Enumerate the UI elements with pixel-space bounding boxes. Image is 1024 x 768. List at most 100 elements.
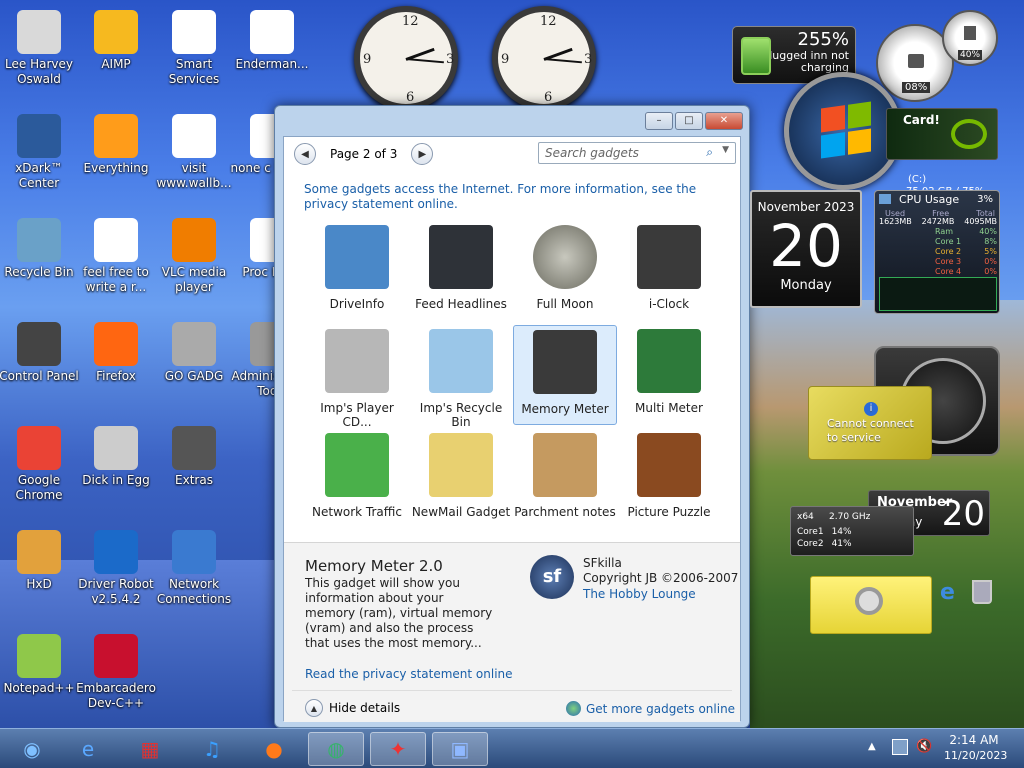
desktop-icon[interactable]: Everything xyxy=(73,112,159,176)
gadget-tile[interactable]: DriveInfo xyxy=(305,221,409,321)
analog-clock-2[interactable]: 12 3 6 9 xyxy=(492,6,596,110)
gadget-label: Feed Headlines xyxy=(415,297,507,311)
desktop-icon[interactable]: visit www.wallb... xyxy=(151,112,237,191)
hide-details-button[interactable]: ▲ Hide details xyxy=(305,699,400,717)
gauge-right-value: 40% xyxy=(958,50,983,60)
desktop-icon[interactable]: Notepad++ xyxy=(0,632,82,696)
volume-muted-icon[interactable]: 🔇 xyxy=(916,739,932,754)
cpu-gauge-right[interactable]: 40% xyxy=(942,10,998,66)
get-more-link[interactable]: Get more gadgets online xyxy=(566,701,735,716)
start-orb-icon[interactable]: ◉ xyxy=(4,732,60,766)
desktop-icon[interactable]: VLC media player xyxy=(151,216,237,295)
next-page-button[interactable]: ▶ xyxy=(411,143,434,165)
gadget-tile[interactable]: Parchment notes xyxy=(513,429,617,529)
core-value: 0% xyxy=(984,257,997,266)
gadget-tile[interactable]: Multi Meter xyxy=(617,325,721,425)
ace-icon[interactable]: ✦ xyxy=(370,732,426,766)
gadget-tile[interactable]: Picture Puzzle xyxy=(617,429,721,529)
gadget-tile[interactable]: Feed Headlines xyxy=(409,221,513,321)
search-input[interactable]: Search gadgets ⌕ ▼ xyxy=(538,142,736,164)
clock-time[interactable]: 2:14 AM xyxy=(948,733,1000,747)
desktop-icon[interactable]: feel free to write a r... xyxy=(73,216,159,295)
xdark-icon xyxy=(17,114,61,158)
recycle-bin-icon[interactable] xyxy=(972,580,992,604)
sticky-note-gadget[interactable] xyxy=(810,576,932,634)
clock-date[interactable]: 11/20/2023 xyxy=(944,749,1007,762)
puzzle-icon xyxy=(637,433,701,497)
desktop-icon[interactable]: xDark™ Center xyxy=(0,112,82,191)
recycle-bin-icon xyxy=(429,329,493,393)
cpu-title: CPU Usage xyxy=(899,193,960,206)
analog-clock-1[interactable]: 12 3 6 9 xyxy=(354,6,458,110)
core2-row: Core1 14% xyxy=(797,527,909,539)
cpu-usage-widget[interactable]: CPU Usage 3% Used Free Total 1623MB 2472MB 4… xyxy=(874,190,1000,314)
gadget-label: NewMail Gadget xyxy=(411,505,511,519)
driver-robot-icon xyxy=(94,530,138,574)
minimize-button[interactable]: – xyxy=(645,112,673,130)
desktop-icon-label: visit www.wallb... xyxy=(156,161,232,190)
privacy-link[interactable]: Read the privacy statement online xyxy=(305,667,513,681)
prev-page-button[interactable]: ◀ xyxy=(294,143,316,165)
gadget-icon[interactable]: ▣ xyxy=(432,732,488,766)
chevron-down-icon[interactable]: ▼ xyxy=(722,145,729,155)
ie-icon[interactable]: e xyxy=(940,580,955,605)
close-button[interactable]: ✕ xyxy=(705,112,743,130)
privacy-notice[interactable]: Some gadgets access the Internet. For mo… xyxy=(304,182,724,212)
core-value: 8% xyxy=(984,237,997,246)
desktop-icon[interactable]: Smart Services xyxy=(151,8,237,87)
archive-icon[interactable]: ▦ xyxy=(122,732,178,766)
gadget-tile[interactable]: Memory Meter xyxy=(513,325,617,425)
gadget-tile[interactable]: Network Traffic xyxy=(305,429,409,529)
gpu-card-widget[interactable]: Card! xyxy=(886,108,998,160)
gadget-tile[interactable]: i-Clock xyxy=(617,221,721,321)
author-link[interactable]: The Hobby Lounge xyxy=(583,587,696,601)
desktop-icon[interactable]: AIMP xyxy=(73,8,159,72)
desktop-icon[interactable]: Dick in Egg xyxy=(73,424,159,488)
desktop-icon[interactable]: HxD xyxy=(0,528,82,592)
drive-letter: (C:) xyxy=(908,174,927,185)
desktop-icon[interactable]: Enderman... xyxy=(229,8,315,72)
no-entry-icon xyxy=(855,587,883,615)
gadget-tile[interactable]: Full Moon xyxy=(513,221,617,321)
cpu-meter-small[interactable]: x64 2.70 GHz Core1 14% Core2 41% xyxy=(790,506,914,556)
music-icon[interactable]: ♫ xyxy=(184,732,240,766)
gadget-tile[interactable]: NewMail Gadget xyxy=(409,429,513,529)
core-value: 0% xyxy=(984,267,997,276)
desktop-icon[interactable]: Control Panel xyxy=(0,320,82,384)
desktop-icon[interactable]: Network Connections xyxy=(151,528,237,607)
desktop-icon-label: Recycle Bin xyxy=(4,265,74,279)
desktop-icon[interactable]: Google Chrome xyxy=(0,424,82,503)
maximize-button[interactable]: □ xyxy=(675,112,703,130)
app-icon xyxy=(94,426,138,470)
desktop-icon[interactable]: Lee Harvey Oswald xyxy=(0,8,82,87)
desktop-icon[interactable]: Recycle Bin xyxy=(0,216,82,280)
author-name: SFkilla xyxy=(583,556,622,570)
network-tray-icon[interactable] xyxy=(892,739,908,755)
desktop-icon[interactable]: Extras xyxy=(151,424,237,488)
core-name: Core 4 xyxy=(935,267,962,276)
app-icon xyxy=(172,10,216,54)
firefox-icon[interactable]: ● xyxy=(246,732,302,766)
core2-name: Core2 xyxy=(797,539,824,549)
search-icon[interactable]: ⌕ xyxy=(706,145,713,160)
tray-up-icon[interactable]: ▲ xyxy=(868,741,876,752)
ie-icon[interactable]: e xyxy=(60,732,116,766)
app-icon xyxy=(250,10,294,54)
windows-logo-gadget[interactable] xyxy=(784,72,902,190)
weather-widget[interactable]: i Cannot connect to service xyxy=(808,386,932,460)
gadget-tile[interactable]: Imp's Recycle Bin xyxy=(409,325,513,429)
cpu2-freq: 2.70 GHz xyxy=(829,512,871,522)
notepad-plus-icon xyxy=(17,634,61,678)
desktop-icon[interactable]: Driver Robot v2.5.4.2 xyxy=(73,528,159,607)
gadget-gallery-window[interactable]: – □ ✕ ◀ Page 2 of 3 ▶ Search gadgets ⌕ ▼… xyxy=(274,105,750,728)
ram-icon xyxy=(533,330,597,394)
desktop-icon[interactable]: GO GADG xyxy=(151,320,237,384)
desktop-icon[interactable]: Firefox xyxy=(73,320,159,384)
extras-icon xyxy=(172,426,216,470)
gadget-tile[interactable]: Imp's Player CD... xyxy=(305,325,409,429)
desktop-icon[interactable]: Embarcadero Dev-C++ xyxy=(73,632,159,711)
chrome-icon[interactable]: ◍ xyxy=(308,732,364,766)
calendar-widget[interactable]: November 2023 20 Monday xyxy=(750,190,862,308)
network-icon xyxy=(172,530,216,574)
core-name: Core 1 xyxy=(935,237,962,246)
